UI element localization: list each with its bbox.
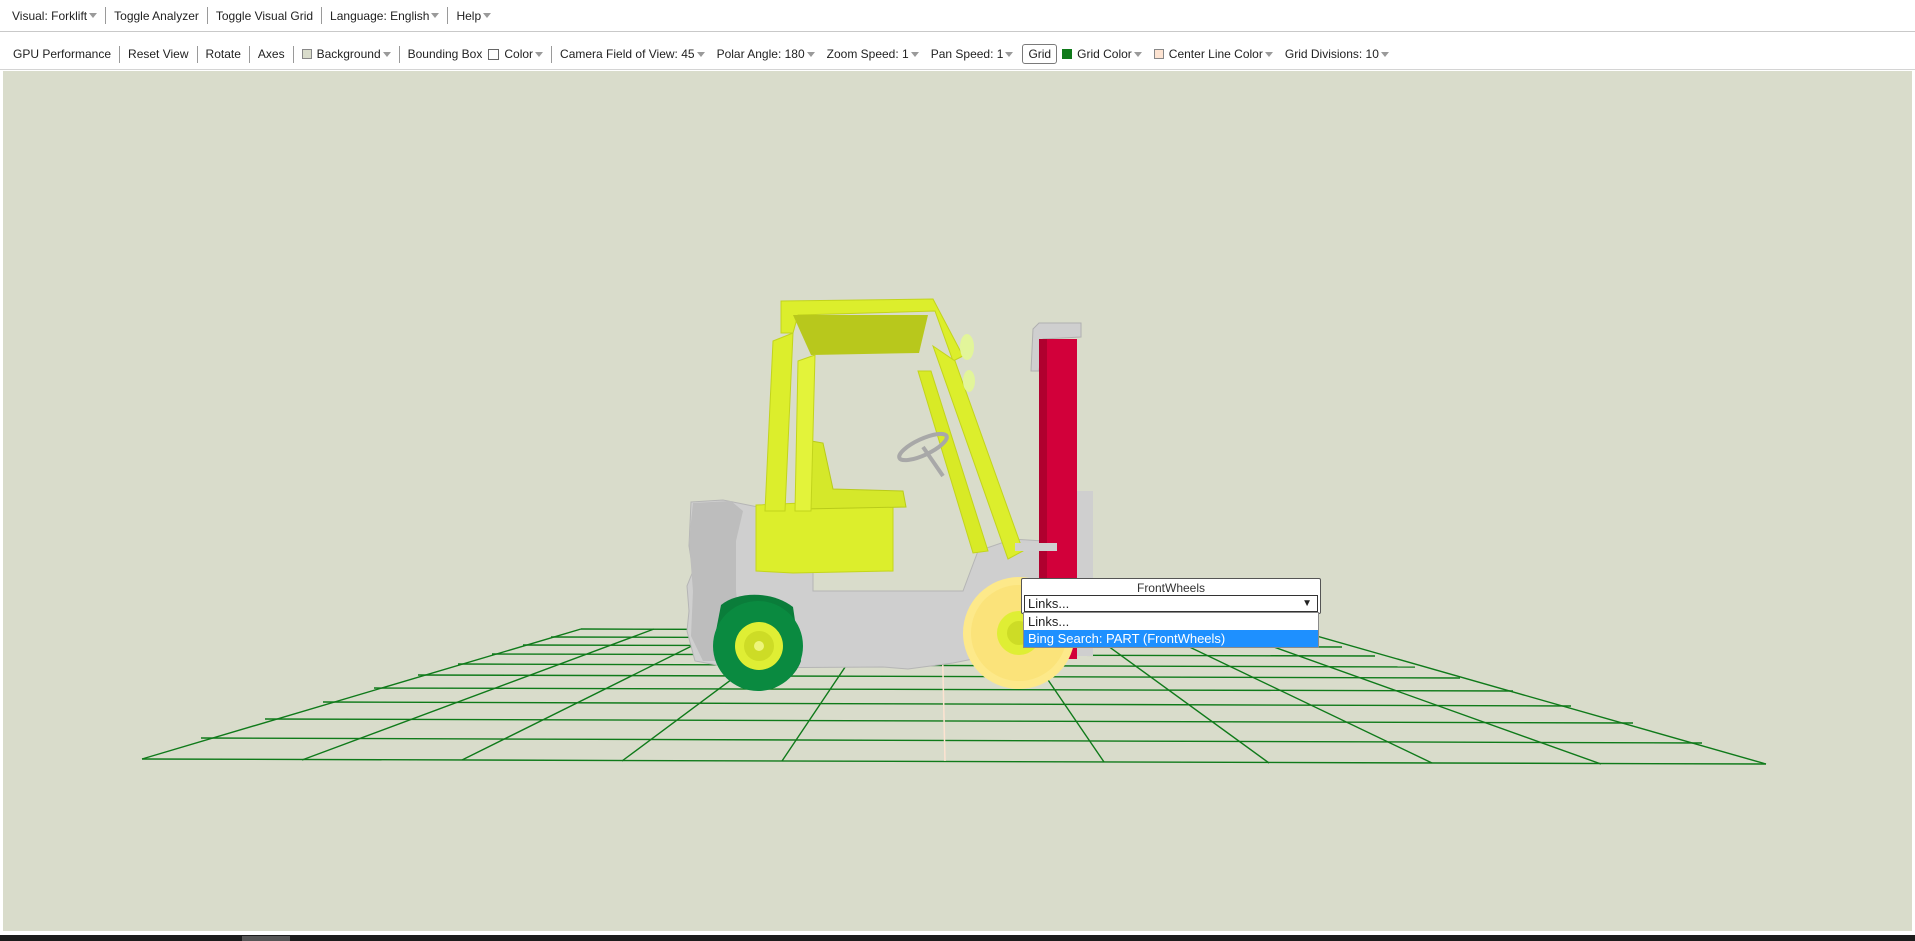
toolbar-separator [292,45,294,63]
lift-carriage [1015,543,1057,551]
visual-menu[interactable]: Visual: Forklift [6,7,103,25]
color-label: Color [504,47,534,61]
seat[interactable] [797,440,907,510]
polar-angle-dropdown[interactable]: Polar Angle: 180 [711,45,821,63]
scene-canvas[interactable] [3,71,1912,931]
grid-color-label: Grid Color [1077,47,1132,61]
toolbar-separator [196,45,198,63]
bounding-box-label: Bounding Box [407,47,483,61]
camera-fov-label: Camera Field of View: 45 [560,47,695,61]
visual-menu-label: Visual: Forklift [12,8,88,23]
rear-post-inner [794,354,816,512]
toolbar-separator [551,45,553,63]
dropdown-option[interactable]: Links... [1024,613,1318,630]
chevron-down-icon [1005,51,1014,57]
dropdown-arrow-icon: ▼ [1302,598,1312,609]
toolbar-separator [398,45,400,63]
language-menu[interactable]: Language: English [324,7,445,25]
headlight [960,334,974,360]
chevron-down-icon [806,51,815,57]
polar-angle-label: Polar Angle: 180 [716,47,805,61]
pan-speed-dropdown[interactable]: Pan Speed: 1 [925,45,1020,63]
grid-button[interactable]: Grid [1022,44,1058,64]
toggle-visual-grid-label: Toggle Visual Grid [215,8,314,23]
pan-speed-label: Pan Speed: 1 [930,47,1004,61]
background-label: Background [316,47,381,61]
chevron-down-icon [1380,51,1389,57]
headlight [963,370,975,392]
part-popup: FrontWheels Links... ▼ [1021,578,1321,614]
rear-post [764,332,794,512]
toolbar: GPU Performance Reset View Rotate Axes B… [0,39,1915,70]
grid-label: Grid [1028,47,1052,61]
bounding-box-button[interactable]: Bounding Box [402,45,489,63]
chevron-down-icon [910,51,919,57]
popup-title: FrontWheels [1136,581,1206,595]
bounding-box-color-checkbox[interactable] [488,48,500,60]
grid-divisions-dropdown[interactable]: Grid Divisions: 10 [1279,45,1395,63]
toggle-analyzer-label: Toggle Analyzer [114,8,199,23]
chevron-down-icon [535,51,544,57]
menu-separator [447,7,449,24]
grid-color-dropdown[interactable]: Grid Color [1060,45,1148,63]
3d-viewport[interactable] [3,71,1912,931]
menu-separator [105,7,107,24]
language-menu-label: Language: English [330,8,430,23]
chevron-down-icon [483,13,492,18]
menu-separator [321,7,323,24]
bottom-scrollbar[interactable] [0,935,1915,941]
links-select-value: Links... [1028,596,1070,611]
axes-label: Axes [257,47,285,61]
help-menu[interactable]: Help [450,7,497,25]
bounding-box-color-dropdown[interactable]: Color [488,45,549,63]
scrollbar-thumb[interactable] [242,936,290,941]
gpu-performance-button[interactable]: GPU Performance [7,45,117,63]
zoom-speed-dropdown[interactable]: Zoom Speed: 1 [821,45,925,63]
dropdown-option-bing-search[interactable]: Bing Search: PART (FrontWheels) [1024,630,1318,647]
background-color-swatch[interactable] [301,49,312,59]
rotate-button[interactable]: Rotate [200,45,247,63]
links-dropdown-list: Links... Bing Search: PART (FrontWheels) [1023,612,1319,648]
axes-button[interactable]: Axes [252,45,291,63]
grid-color-swatch[interactable] [1062,49,1073,59]
chevron-down-icon [1133,51,1142,57]
chevron-down-icon [431,13,440,18]
toolbar-separator [248,45,250,63]
menu-bar: Visual: Forklift Toggle Analyzer Toggle … [0,0,1915,32]
toggle-visual-grid-button[interactable]: Toggle Visual Grid [210,7,319,25]
background-dropdown[interactable]: Background [296,45,397,63]
menu-separator [206,7,208,24]
rear-wheel[interactable] [713,594,803,691]
reset-view-button[interactable]: Reset View [122,45,194,63]
toolbar-separator [119,45,121,63]
chevron-down-icon [696,51,705,57]
help-menu-label: Help [456,8,482,23]
reset-view-label: Reset View [128,47,189,61]
camera-fov-dropdown[interactable]: Camera Field of View: 45 [554,45,711,63]
overhead-guard-top [793,315,928,355]
chevron-down-icon [89,13,98,18]
chevron-down-icon [382,51,391,57]
gpu-performance-label: GPU Performance [13,47,112,61]
chevron-down-icon [1264,51,1273,57]
zoom-speed-label: Zoom Speed: 1 [826,47,909,61]
rotate-label: Rotate [205,47,241,61]
center-line-color-dropdown[interactable]: Center Line Color [1148,45,1279,63]
grid-divisions-label: Grid Divisions: 10 [1284,47,1379,61]
links-select[interactable]: Links... ▼ [1024,595,1318,612]
center-line-color-label: Center Line Color [1168,47,1263,61]
toggle-analyzer-button[interactable]: Toggle Analyzer [108,7,205,25]
center-line-color-swatch[interactable] [1153,49,1164,59]
